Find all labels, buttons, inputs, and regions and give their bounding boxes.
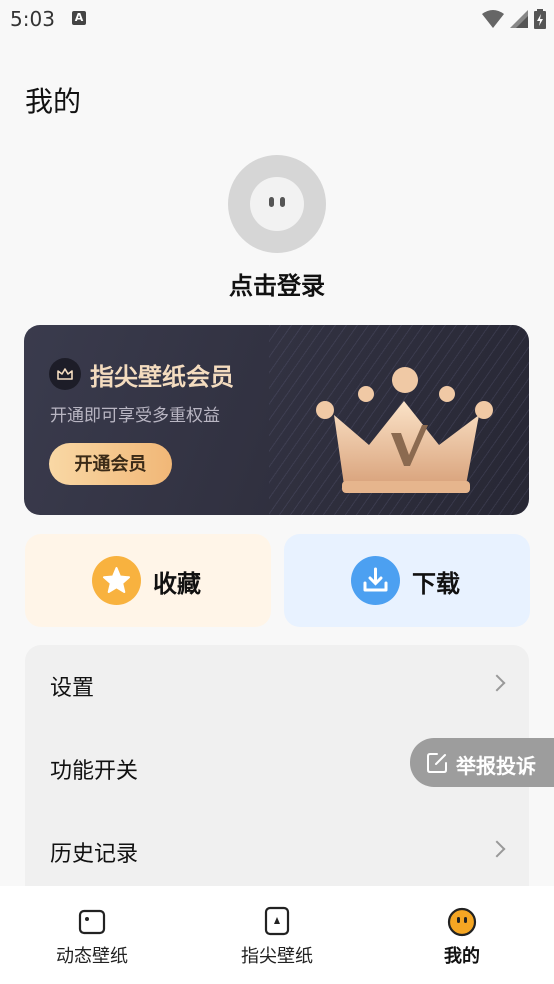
status-icons [482,8,546,30]
avatar-eye-icon [280,197,285,207]
my-face-icon [447,907,477,937]
chevron-right-icon [488,674,506,692]
tab-fingertip-wallpaper[interactable]: 指尖壁纸 [185,886,369,984]
tab-label: 指尖壁纸 [241,946,313,967]
tab-label: 动态壁纸 [56,946,128,967]
favorites-card[interactable]: 收藏 [25,534,271,627]
login-link[interactable]: 点击登录 [0,266,554,301]
menu-item-settings[interactable]: 设置 [25,645,529,728]
open-vip-button[interactable]: 开通会员 [49,443,172,485]
favorites-label: 收藏 [153,570,201,598]
signal-icon [510,10,528,28]
status-time: 5:03 [10,7,55,31]
avatar[interactable] [228,155,326,253]
edit-icon [427,753,447,773]
wifi-icon [482,10,504,28]
menu-item-history[interactable]: 历史记录 [25,811,529,894]
downloads-label: 下载 [412,570,460,598]
notification-a-icon: A [72,11,86,25]
menu-item-label: 历史记录 [50,842,139,867]
vip-title: 指尖壁纸会员 [90,363,234,391]
chevron-right-icon [488,840,506,858]
page-title: 我的 [25,85,82,118]
battery-charging-icon [534,9,546,29]
downloads-card[interactable]: 下载 [284,534,530,627]
menu-item-label: 设置 [50,676,95,701]
fingertip-wallpaper-icon [264,906,290,936]
dynamic-wallpaper-icon [78,909,106,935]
vip-crown-badge-icon [49,358,81,390]
tab-label: 我的 [444,946,480,967]
menu-item-label: 功能开关 [50,759,139,784]
vip-card[interactable]: 指尖壁纸会员 开通即可享受多重权益 开通会员 [24,325,529,515]
report-label: 举报投诉 [456,754,536,778]
tab-mine[interactable]: 我的 [370,886,554,984]
vip-subtitle: 开通即可享受多重权益 [50,406,220,426]
tab-dynamic-wallpaper[interactable]: 动态壁纸 [0,886,184,984]
bottom-tab-bar: 动态壁纸 指尖壁纸 我的 [0,886,554,984]
download-icon [351,556,400,605]
star-icon [92,556,141,605]
avatar-face-icon [250,177,304,231]
avatar-eye-icon [269,197,274,207]
report-button[interactable]: 举报投诉 [410,738,554,787]
status-bar: 5:03 A [0,0,554,38]
crown-icon [316,367,493,493]
